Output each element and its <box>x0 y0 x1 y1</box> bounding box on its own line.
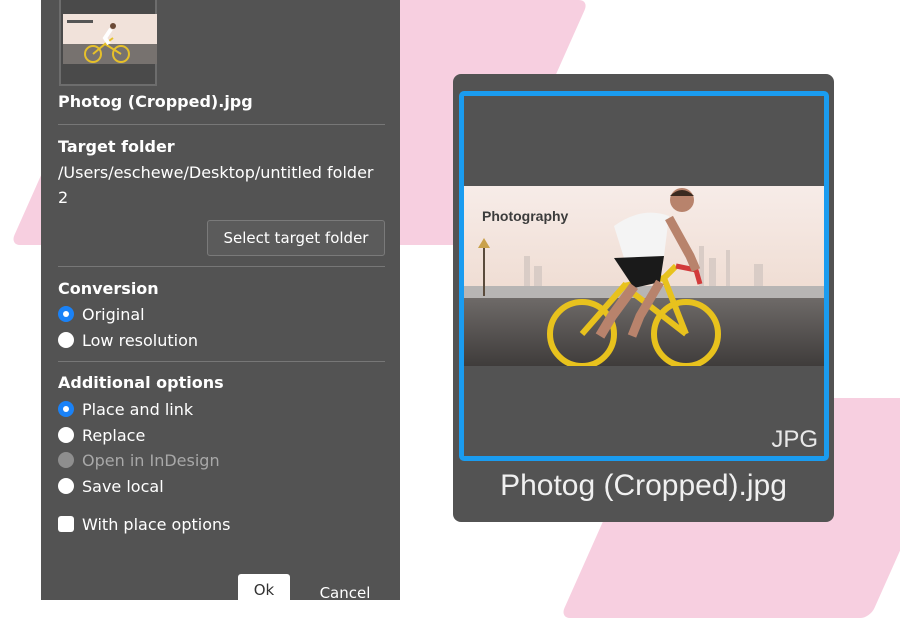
target-folder-title: Target folder <box>58 137 175 156</box>
divider <box>58 266 385 267</box>
additional-options-title: Additional options <box>58 373 224 392</box>
target-folder-path: /Users/eschewe/Desktop/untitled folder 2 <box>58 163 374 207</box>
with-place-options-checkbox-row[interactable]: With place options <box>58 513 230 535</box>
option-label: Original <box>82 304 145 324</box>
preview-file-name: Photog (Cropped).jpg <box>500 469 787 502</box>
conversion-option-original[interactable]: Original <box>58 303 145 325</box>
conversion-option-low-resolution[interactable]: Low resolution <box>58 329 198 351</box>
photo-overlay-text: Photography <box>482 208 569 224</box>
select-target-folder-button[interactable]: Select target folder <box>207 220 385 256</box>
radio-button[interactable] <box>58 427 74 443</box>
option-replace[interactable]: Replace <box>58 424 145 446</box>
option-label: Low resolution <box>82 330 199 350</box>
option-open-in-indesign: Open in InDesign <box>58 449 220 471</box>
checkbox-label: With place options <box>82 514 231 534</box>
option-place-and-link[interactable]: Place and link <box>58 398 193 420</box>
option-label: Place and link <box>82 399 194 419</box>
file-thumbnail <box>63 14 157 64</box>
radio-button-checked[interactable] <box>58 401 74 417</box>
conversion-title: Conversion <box>58 279 159 298</box>
selected-preview-frame[interactable]: Photography JPG <box>459 91 829 461</box>
option-save-local[interactable]: Save local <box>58 475 164 497</box>
radio-button[interactable] <box>58 332 74 348</box>
radio-button-disabled <box>58 452 74 468</box>
option-label: Save local <box>82 476 164 496</box>
file-preview-card[interactable]: Photography JPG Photog (Cropped).jpg <box>453 74 834 522</box>
cancel-button[interactable]: Cancel <box>313 578 377 600</box>
preview-photo: Photography <box>464 186 824 366</box>
radio-button[interactable] <box>58 478 74 494</box>
radio-button-checked[interactable] <box>58 306 74 322</box>
option-label: Open in InDesign <box>82 450 220 470</box>
thumbnail-photo-graphic <box>63 14 157 64</box>
checkbox[interactable] <box>58 516 74 532</box>
ok-button[interactable]: Ok <box>238 574 290 600</box>
export-dialog-panel: Photog (Cropped).jpg Target folder /User… <box>41 0 400 600</box>
selected-file-name: Photog (Cropped).jpg <box>58 92 253 111</box>
divider <box>58 124 385 125</box>
file-format-badge: JPG <box>771 426 818 453</box>
divider <box>58 361 385 362</box>
option-label: Replace <box>82 425 146 445</box>
file-thumbnail-frame <box>59 0 157 86</box>
